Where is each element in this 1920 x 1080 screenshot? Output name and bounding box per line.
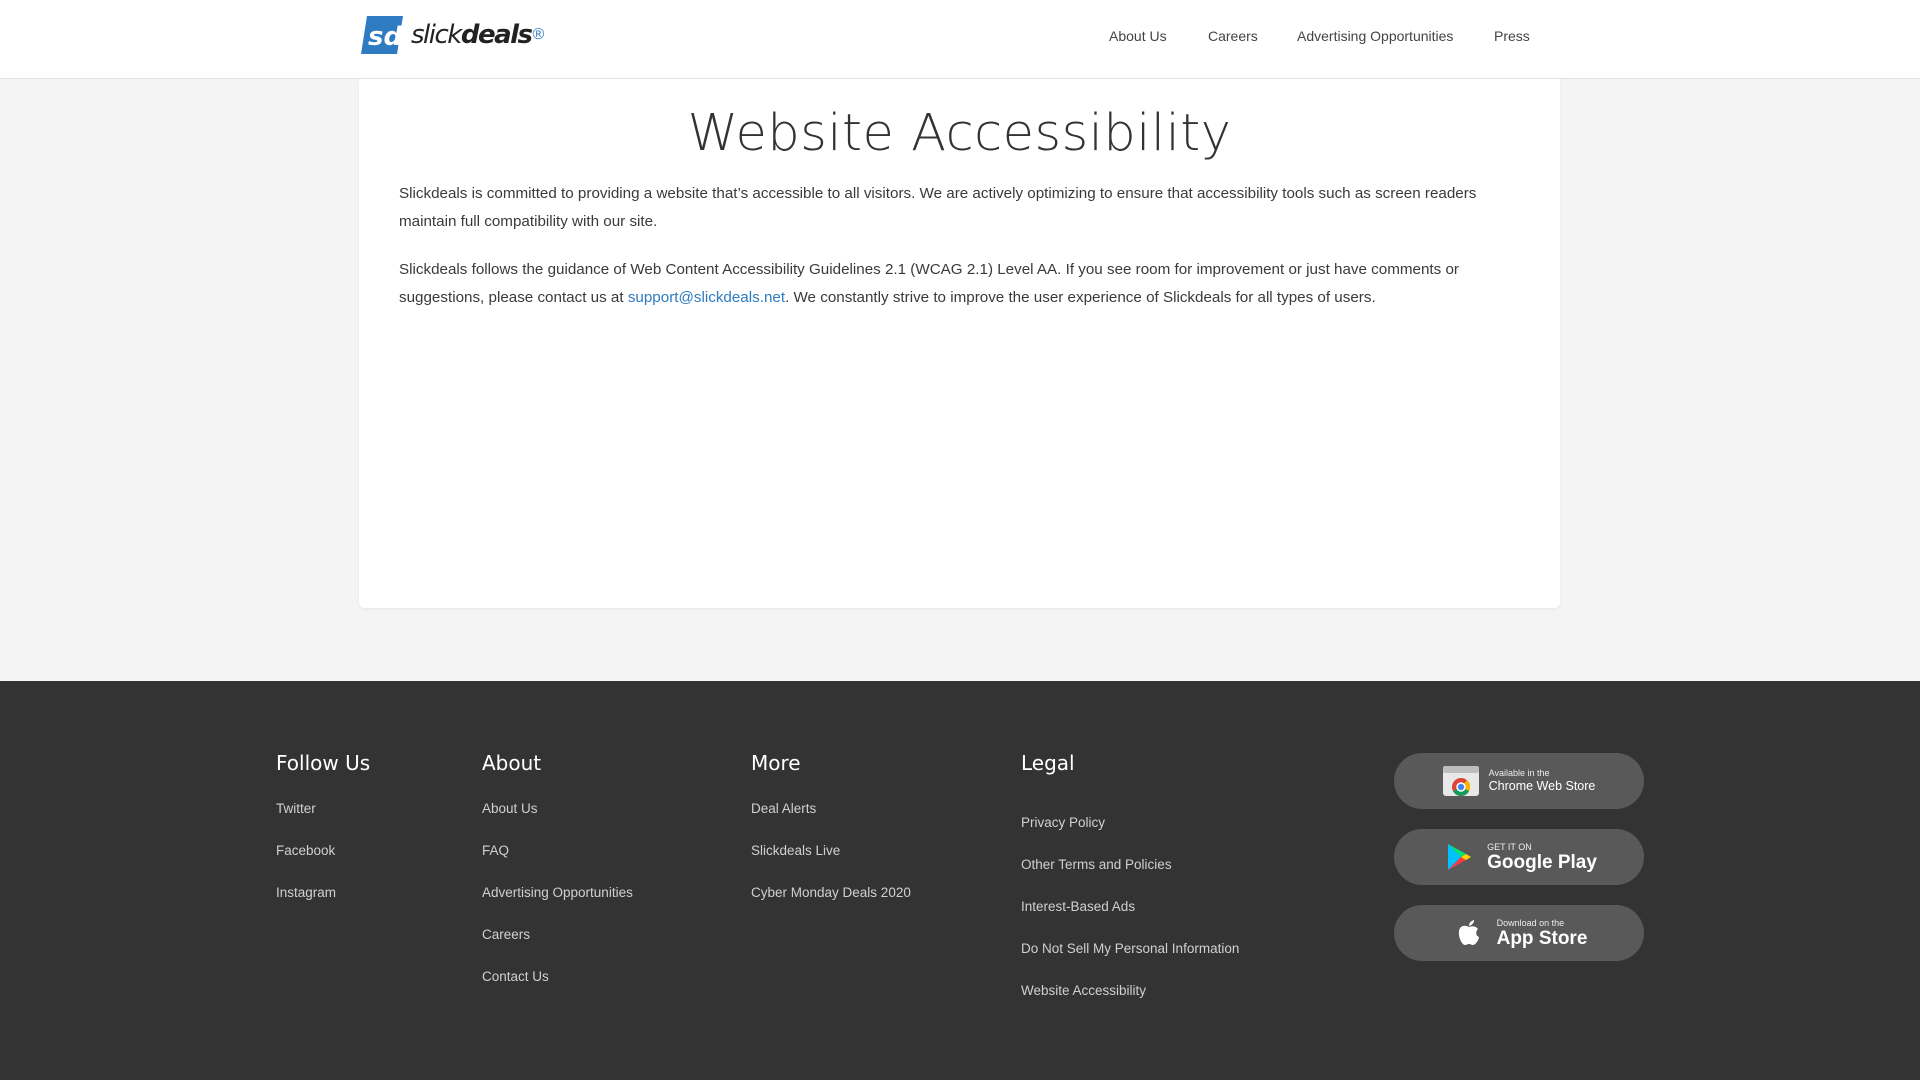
footer-follow-column: Follow Us Twitter Facebook Instagram — [276, 751, 371, 900]
guidelines-paragraph: Slickdeals follows the guidance of Web C… — [399, 256, 1509, 312]
footer-link-about-us[interactable]: About Us — [482, 801, 538, 816]
logo-wordmark: slickdeals — [411, 20, 533, 50]
apple-badge-small-text: Download on the — [1496, 917, 1565, 928]
google-badge-title: Google Play — [1487, 851, 1597, 873]
footer-about-heading: About — [482, 751, 542, 775]
google-badge-small-text: GET IT ON — [1487, 841, 1532, 852]
chrome-icon — [1442, 766, 1479, 796]
footer-link-careers[interactable]: Careers — [482, 927, 530, 942]
guidelines-text-end: . We constantly strive to improve the us… — [785, 289, 1376, 306]
footer-link-slickdeals-live[interactable]: Slickdeals Live — [751, 843, 840, 858]
footer-link-privacy-policy[interactable]: Privacy Policy — [1021, 815, 1105, 830]
svg-text:sd: sd — [368, 22, 402, 52]
support-email-link[interactable]: support@slickdeals.net — [628, 289, 785, 306]
footer-legal-column: Legal Privacy Policy Other Terms and Pol… — [1021, 751, 1239, 998]
footer-more-heading: More — [751, 751, 801, 775]
chrome-badge-title: Chrome Web Store — [1488, 779, 1596, 794]
footer-link-other-terms[interactable]: Other Terms and Policies — [1021, 857, 1172, 872]
footer-link-deal-alerts[interactable]: Deal Alerts — [751, 801, 816, 816]
footer-link-website-accessibility[interactable]: Website Accessibility — [1021, 983, 1146, 998]
footer-link-advertising[interactable]: Advertising Opportunities — [482, 885, 633, 900]
slickdeals-sd-icon: sd — [361, 16, 403, 54]
footer-more-column: More Deal Alerts Slickdeals Live Cyber M… — [751, 751, 911, 900]
footer-link-facebook[interactable]: Facebook — [276, 843, 335, 858]
footer-legal-heading: Legal — [1021, 751, 1075, 775]
nav-about-us[interactable]: About Us — [1109, 28, 1167, 44]
chrome-badge-small-text: Available in the — [1488, 768, 1550, 779]
footer-about-column: About About Us FAQ Advertising Opportuni… — [482, 751, 633, 984]
footer-link-twitter[interactable]: Twitter — [276, 801, 316, 816]
apple-icon — [1451, 918, 1487, 948]
nav-advertising-opportunities[interactable]: Advertising Opportunities — [1297, 28, 1453, 44]
footer-link-faq[interactable]: FAQ — [482, 843, 509, 858]
footer-link-cyber-monday[interactable]: Cyber Monday Deals 2020 — [751, 885, 911, 900]
registered-mark: ® — [532, 26, 545, 43]
chrome-web-store-badge[interactable]: Available in the Chrome Web Store — [1394, 753, 1644, 809]
content-card: Website Accessibility Slickdeals is comm… — [359, 79, 1560, 608]
footer-link-do-not-sell[interactable]: Do Not Sell My Personal Information — [1021, 941, 1239, 956]
page-title: Website Accessibility — [687, 104, 1232, 163]
app-store-badge[interactable]: Download on the App Store — [1394, 905, 1644, 961]
site-header: sd slickdeals ® About Us Careers Adverti… — [0, 0, 1920, 79]
google-play-icon — [1441, 842, 1477, 872]
intro-paragraph: Slickdeals is committed to providing a w… — [399, 185, 1477, 230]
footer-follow-heading: Follow Us — [276, 751, 371, 775]
footer-link-instagram[interactable]: Instagram — [276, 885, 336, 900]
nav-careers[interactable]: Careers — [1208, 28, 1258, 44]
footer-link-interest-based-ads[interactable]: Interest-Based Ads — [1021, 899, 1135, 914]
site-footer: Follow Us Twitter Facebook Instagram Abo… — [0, 681, 1920, 1080]
nav-press[interactable]: Press — [1494, 28, 1530, 44]
apple-badge-title: App Store — [1496, 927, 1588, 949]
slickdeals-logo[interactable]: sd slickdeals ® — [359, 11, 544, 59]
google-play-badge[interactable]: GET IT ON Google Play — [1394, 829, 1644, 885]
footer-link-contact-us[interactable]: Contact Us — [482, 969, 549, 984]
